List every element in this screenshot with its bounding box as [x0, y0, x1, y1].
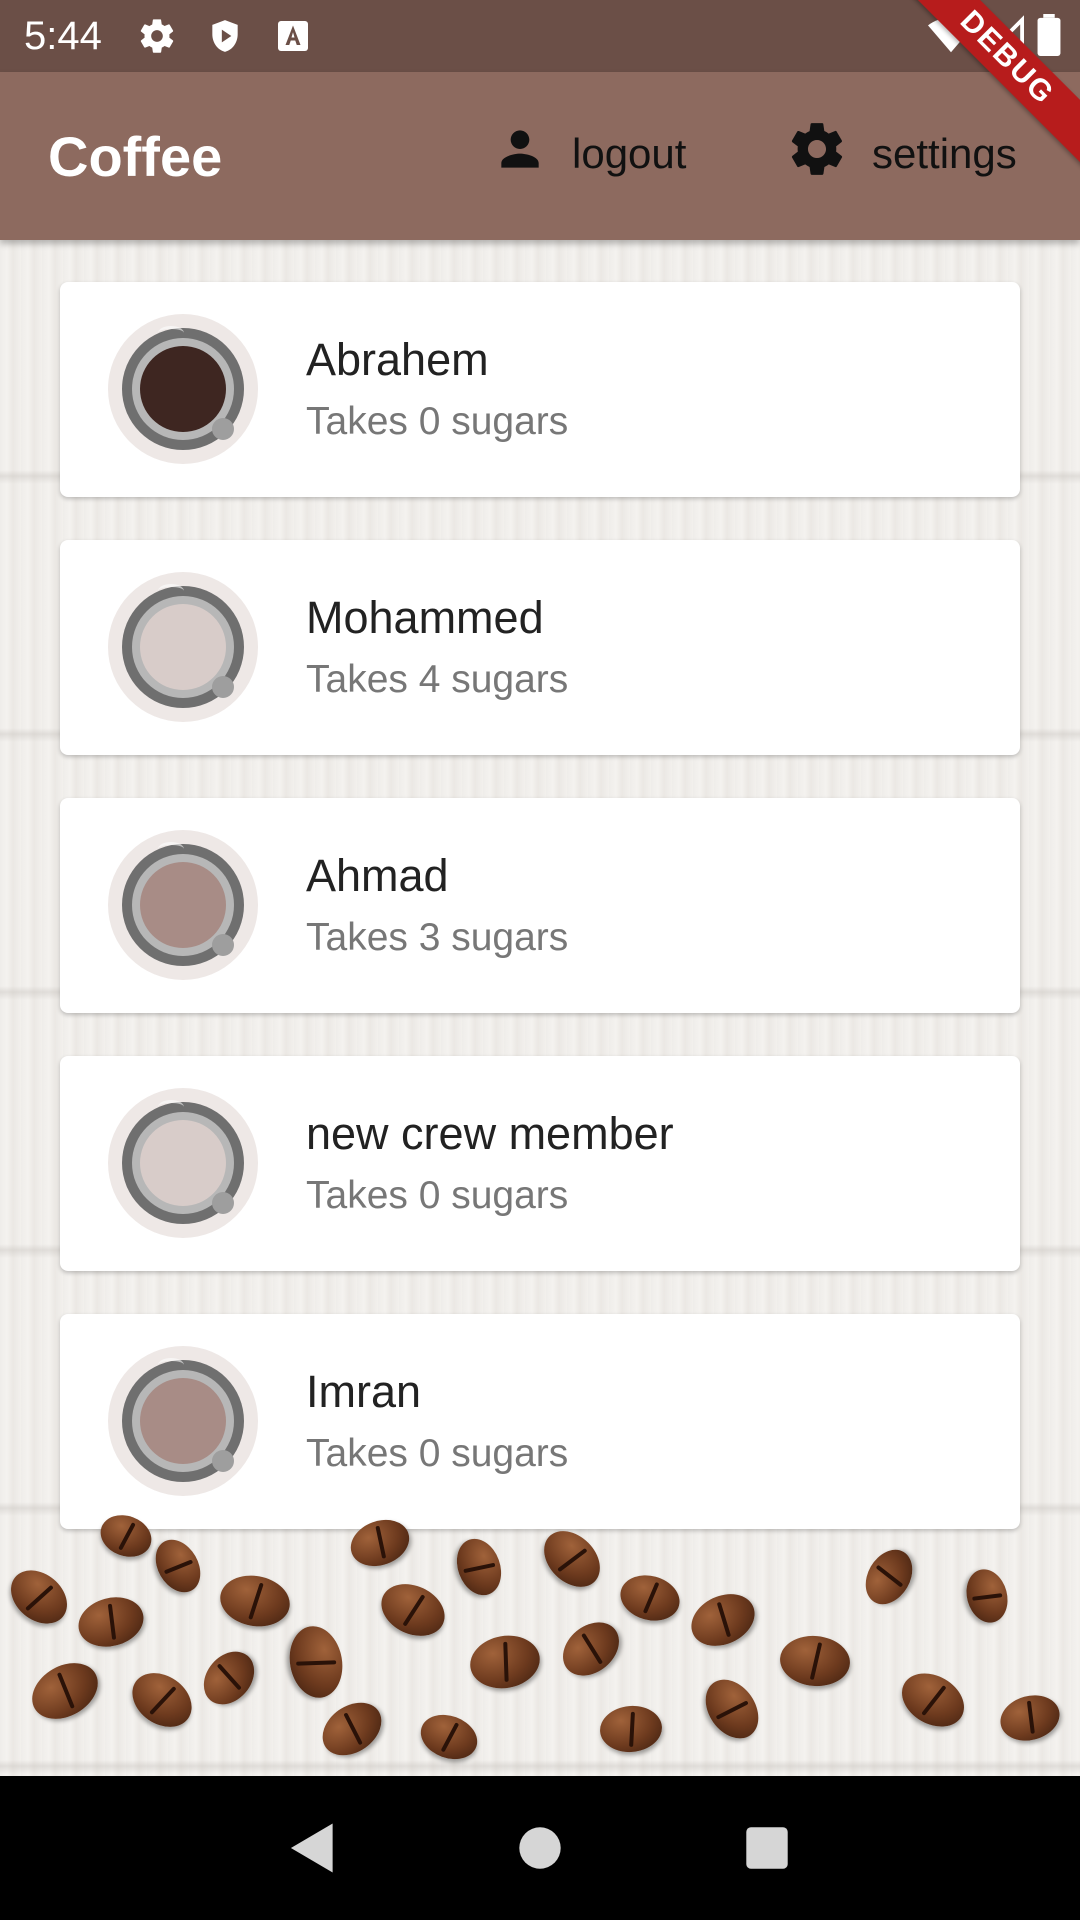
crew-sugars: Takes 4 sugars — [306, 658, 569, 701]
status-time: 5:44 — [24, 13, 102, 58]
crew-sugars: Takes 0 sugars — [306, 400, 569, 443]
crew-name: Imran — [306, 1366, 422, 1417]
gear-icon — [136, 15, 178, 57]
crew-name: Ahmad — [306, 850, 449, 901]
crew-list-background: Abrahem Takes 0 sugars Mohammed Takes 4 … — [0, 240, 1080, 1776]
coffee-cup-icon — [108, 830, 258, 980]
recents-icon[interactable] — [732, 1813, 802, 1883]
home-icon[interactable] — [505, 1813, 575, 1883]
crew-sugars: Takes 0 sugars — [306, 1432, 569, 1475]
coffee-cup-icon — [108, 314, 258, 464]
system-nav-bar — [0, 1776, 1080, 1920]
crew-sugars: Takes 0 sugars — [306, 1174, 569, 1217]
logout-button[interactable]: logout — [492, 122, 686, 186]
gear-icon — [786, 118, 848, 190]
list-item[interactable]: new crew member Takes 0 sugars — [60, 1056, 1020, 1271]
settings-button[interactable]: settings — [786, 122, 1017, 186]
logout-label: logout — [572, 130, 687, 177]
list-item[interactable]: Mohammed Takes 4 sugars — [60, 540, 1020, 755]
crew-name: Abrahem — [306, 334, 489, 385]
crew-sugars: Takes 3 sugars — [306, 916, 569, 959]
list-item[interactable]: Abrahem Takes 0 sugars — [60, 282, 1020, 497]
person-icon — [492, 121, 548, 187]
coffee-cup-icon — [108, 1088, 258, 1238]
battery-icon — [1036, 14, 1062, 61]
a-box-icon — [272, 15, 314, 57]
crew-name: Mohammed — [306, 592, 544, 643]
app-bar: Coffee logout settings — [0, 72, 1080, 240]
settings-label: settings — [872, 130, 1017, 177]
list-item[interactable]: Ahmad Takes 3 sugars — [60, 798, 1020, 1013]
coffee-beans-image — [0, 1508, 1080, 1776]
page-title: Coffee — [48, 125, 223, 188]
crew-name: new crew member — [306, 1108, 674, 1159]
status-bar: 5:44 — [0, 0, 1080, 72]
back-icon[interactable] — [278, 1813, 348, 1883]
shield-play-icon — [204, 15, 246, 57]
coffee-cup-icon — [108, 572, 258, 722]
coffee-cup-icon — [108, 1346, 258, 1496]
list-item[interactable]: Imran Takes 0 sugars — [60, 1314, 1020, 1529]
